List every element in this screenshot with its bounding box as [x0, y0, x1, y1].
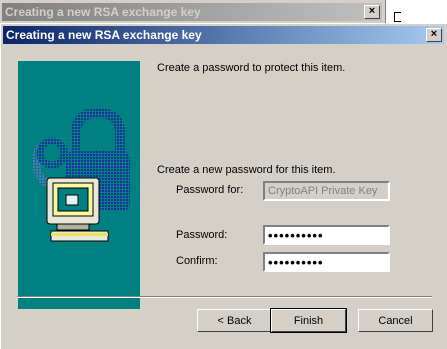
background-window: Creating a new RSA exchange key ×	[0, 0, 385, 24]
new-password-prompt: Create a new password for this item.	[157, 164, 336, 176]
rsa-key-dialog: Creating a new RSA exchange key × Create…	[0, 23, 447, 349]
background-window-content	[385, 0, 447, 24]
finish-button[interactable]: Finish	[270, 308, 347, 333]
button-separator	[17, 296, 432, 298]
computer-with-padlock-icon	[18, 61, 140, 309]
background-window-title: Creating a new RSA exchange key	[2, 3, 382, 21]
confirm-field[interactable]	[263, 252, 390, 272]
background-close-button[interactable]: ×	[364, 5, 380, 19]
intro-text: Create a password to protect this item.	[157, 62, 346, 74]
password-field[interactable]	[263, 225, 390, 245]
confirm-label: Confirm:	[176, 255, 218, 267]
cancel-button[interactable]: Cancel	[358, 309, 433, 332]
close-button[interactable]: ×	[426, 28, 442, 42]
back-button[interactable]: < Back	[197, 309, 272, 332]
password-for-field	[263, 181, 390, 201]
dialog-title: Creating a new RSA exchange key	[3, 26, 444, 44]
password-label: Password:	[176, 229, 228, 241]
password-for-label: Password for:	[176, 184, 244, 196]
